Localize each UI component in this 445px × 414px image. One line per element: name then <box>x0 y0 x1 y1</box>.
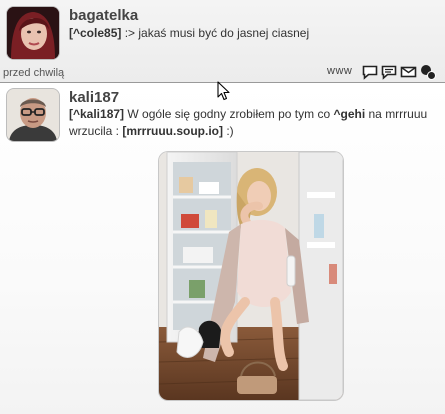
post-message: [^kali187] W ogóle się godny zrobiłem po… <box>69 106 439 140</box>
avatar-image <box>7 7 59 59</box>
photo-content <box>159 152 343 400</box>
mouse-cursor-icon <box>217 81 230 101</box>
comment-icon[interactable] <box>362 64 378 85</box>
avatar[interactable] <box>7 89 59 141</box>
mention-link[interactable]: ^gehi <box>333 107 365 121</box>
message-text: :> jakaś musi być do jasnej ciasnej <box>124 26 310 40</box>
mention-link[interactable]: [^cole85] <box>69 26 121 40</box>
message-text: :) <box>223 124 234 138</box>
mention-link[interactable]: [^kali187] <box>69 107 124 121</box>
avatar[interactable] <box>7 7 59 59</box>
username[interactable]: bagatelka <box>69 7 138 24</box>
www-link[interactable]: www <box>327 65 352 77</box>
external-link[interactable]: [mrrruuu.soup.io] <box>122 124 223 138</box>
mail-icon[interactable] <box>400 64 417 85</box>
post-image[interactable] <box>159 152 343 400</box>
quote-icon[interactable] <box>381 64 397 85</box>
post-message: [^cole85] :> jakaś musi być do jasnej ci… <box>69 25 429 42</box>
avatar-image <box>7 89 59 141</box>
profile-icon[interactable] <box>419 64 436 85</box>
username[interactable]: kali187 <box>69 89 119 106</box>
post-time: przed chwilą <box>3 67 65 79</box>
post-bagatelka: bagatelka [^cole85] :> jakaś musi być do… <box>0 0 445 83</box>
message-text: W ogóle się godny zrobiłem po tym co <box>124 107 334 121</box>
